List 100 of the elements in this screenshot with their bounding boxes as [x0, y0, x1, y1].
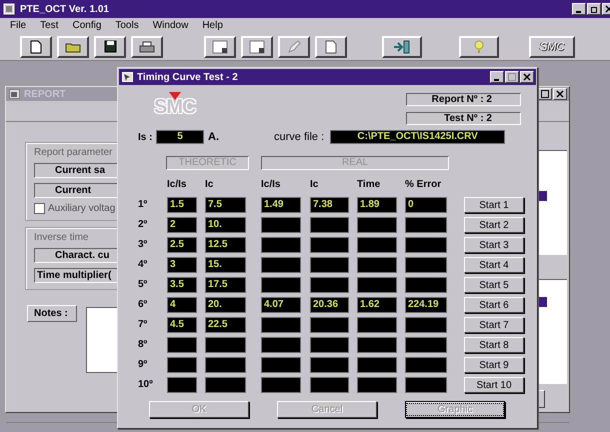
menu-item[interactable]: Test [40, 20, 58, 31]
table-cell [405, 277, 447, 293]
table-cell: 3.5 [167, 277, 197, 293]
checkbox[interactable] [34, 203, 45, 214]
start-button[interactable]: Start 3 [464, 237, 524, 253]
table-cell [357, 257, 397, 273]
table-cell [357, 217, 397, 233]
table-cell: 7.38 [310, 197, 349, 213]
table-cell [405, 257, 447, 273]
table-cell: 4.07 [261, 297, 301, 313]
table-cell: 1.89 [357, 197, 397, 213]
table-cell: 2.5 [167, 237, 197, 253]
minimize-button[interactable] [572, 3, 586, 15]
table-cell [167, 377, 197, 393]
table-cell [310, 317, 349, 333]
table-cell [205, 337, 246, 353]
table-cell [310, 377, 349, 393]
is-value: 5 [156, 130, 204, 144]
table-cell [357, 357, 397, 373]
table-cell [167, 337, 197, 353]
toolbar-button[interactable] [94, 36, 126, 58]
toolbar-button[interactable] [278, 36, 310, 58]
table-cell: 1.49 [261, 197, 301, 213]
checkbox-label: Auxiliary voltag [48, 203, 116, 214]
menu-item[interactable]: Window [152, 20, 188, 31]
toolbar-button[interactable] [382, 36, 422, 58]
table-cell [261, 317, 301, 333]
table-cell: 2 [167, 217, 197, 233]
toolbar-button[interactable] [315, 36, 347, 58]
table-cell [167, 357, 197, 373]
logo-text: SMC [154, 97, 196, 117]
window-icon [249, 40, 265, 54]
start-button[interactable]: Start 9 [464, 357, 524, 373]
group-label: Report parameter [34, 147, 112, 158]
menu-item[interactable]: Help [202, 20, 223, 31]
table-cell [405, 217, 447, 233]
row-label: 6º [137, 298, 148, 312]
table-cell: 20.36 [310, 297, 349, 313]
list-box[interactable] [537, 150, 567, 255]
maximize-icon [541, 90, 549, 98]
minimize-button[interactable] [490, 71, 504, 83]
triangle-icon [168, 92, 181, 100]
window-icon [122, 72, 133, 82]
maximize-button[interactable] [538, 88, 552, 100]
menu-item[interactable]: Tools [115, 20, 139, 31]
toolbar-button[interactable] [459, 36, 499, 58]
start-button[interactable]: Start 10 [464, 377, 524, 393]
start-button[interactable]: Start 7 [464, 317, 524, 333]
start-button[interactable]: Start 2 [464, 217, 524, 233]
maximize-icon [508, 73, 516, 81]
app-icon [3, 3, 15, 15]
toolbar-button[interactable] [57, 36, 89, 58]
row-label: 10º [137, 378, 154, 392]
row-label: 7º [137, 318, 148, 332]
close-button[interactable] [553, 88, 567, 100]
start-button[interactable]: Start 5 [464, 277, 524, 293]
toolbar-button[interactable] [241, 36, 273, 58]
column-header: Time [357, 178, 382, 192]
start-button[interactable]: Start 4 [464, 257, 524, 273]
is-label: Is : [138, 132, 154, 142]
table-cell [357, 277, 397, 293]
table-cell: 4.5 [167, 317, 197, 333]
window-icon [212, 40, 228, 54]
maximize-button[interactable] [505, 71, 519, 83]
toolbar-button[interactable] [131, 36, 163, 58]
table-cell: 15. [205, 257, 246, 273]
menu-item[interactable]: Config [72, 20, 102, 31]
list-box[interactable] [537, 279, 567, 384]
row-label: 1º [137, 198, 148, 212]
table-cell: 224.19 [405, 297, 447, 313]
table-cell [310, 237, 349, 253]
table-cell [357, 237, 397, 253]
table-cell [205, 357, 246, 373]
table-cell [261, 377, 301, 393]
window-icon [9, 89, 20, 99]
close-button[interactable] [520, 71, 534, 83]
table-cell [405, 317, 447, 333]
table-cell [261, 237, 301, 253]
start-button[interactable]: Start 1 [464, 197, 524, 213]
start-button[interactable]: Start 8 [464, 337, 524, 353]
table-cell: 7.5 [205, 197, 246, 213]
table-cell [261, 257, 301, 273]
table-cell [405, 357, 447, 373]
start-button[interactable]: Start 6 [464, 297, 524, 313]
close-icon [523, 73, 531, 81]
column-header: Ic/Is [261, 178, 282, 192]
table-cell: 12.5 [205, 237, 246, 253]
table-cell [405, 337, 447, 353]
table-cell: 0 [405, 197, 447, 213]
curve-file-label: curve file : [274, 131, 324, 143]
column-header: % Error [405, 178, 442, 192]
dialog-title: Timing Curve Test - 2 [137, 72, 238, 82]
restore-button[interactable] [587, 3, 601, 15]
toolbar-button[interactable] [20, 36, 52, 58]
menu-item[interactable]: File [10, 20, 26, 31]
table-cell: 22.5 [205, 317, 246, 333]
page-icon [325, 40, 337, 54]
group-label: Inverse time [34, 232, 88, 243]
column-header: Ic/Is [167, 178, 188, 192]
toolbar-button[interactable] [204, 36, 236, 58]
